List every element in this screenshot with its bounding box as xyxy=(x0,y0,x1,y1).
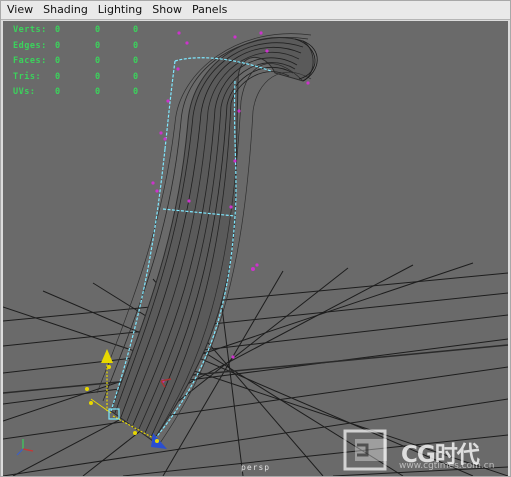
hud-value: 0 xyxy=(55,56,61,66)
panel-menubar: View Shading Lighting Show Panels xyxy=(1,1,510,20)
view-axis-icon xyxy=(16,439,34,456)
hud-label: UVs: xyxy=(13,87,36,97)
hud-value: 0 xyxy=(95,87,101,97)
hud-label: Edges: xyxy=(13,40,47,51)
hud-value: 0 xyxy=(95,56,101,66)
scene-canvas[interactable] xyxy=(3,21,508,476)
hud-value: 0 xyxy=(55,25,61,35)
hair-strip-mesh xyxy=(96,33,318,447)
camera-name-label: persp xyxy=(241,463,271,472)
maya-viewport-window: View Shading Lighting Show Panels Verts:… xyxy=(0,0,511,477)
hud-value: 0 xyxy=(95,40,101,51)
menu-panels[interactable]: Panels xyxy=(187,1,232,19)
hud-value: 0 xyxy=(133,40,139,51)
site-watermark: CG时代 www.cgtimes.com.cn xyxy=(343,425,508,475)
hud-value: 0 xyxy=(95,71,101,82)
menu-view[interactable]: View xyxy=(1,1,38,19)
watermark-url: www.cgtimes.com.cn xyxy=(399,461,495,471)
world-x-axis xyxy=(3,344,508,394)
hud-value: 0 xyxy=(55,40,61,51)
hud-value: 0 xyxy=(133,71,139,82)
hud-value: 0 xyxy=(133,25,139,35)
perspective-viewport[interactable]: Verts: 0 0 0 Edges: 0 0 0 Faces: 0 0 0 T… xyxy=(3,21,508,476)
hud-value: 0 xyxy=(55,87,61,97)
menu-lighting[interactable]: Lighting xyxy=(93,1,147,19)
hud-value: 0 xyxy=(133,87,139,97)
hud-label: Tris: xyxy=(13,71,42,82)
watermark-logo-icon xyxy=(343,429,387,471)
menu-show[interactable]: Show xyxy=(147,1,187,19)
hud-value: 0 xyxy=(133,56,139,66)
menu-shading[interactable]: Shading xyxy=(38,1,93,19)
hud-value: 0 xyxy=(55,71,61,82)
hud-label: Faces: xyxy=(13,56,47,66)
hud-value: 0 xyxy=(95,25,101,35)
hud-label: Verts: xyxy=(13,25,47,35)
